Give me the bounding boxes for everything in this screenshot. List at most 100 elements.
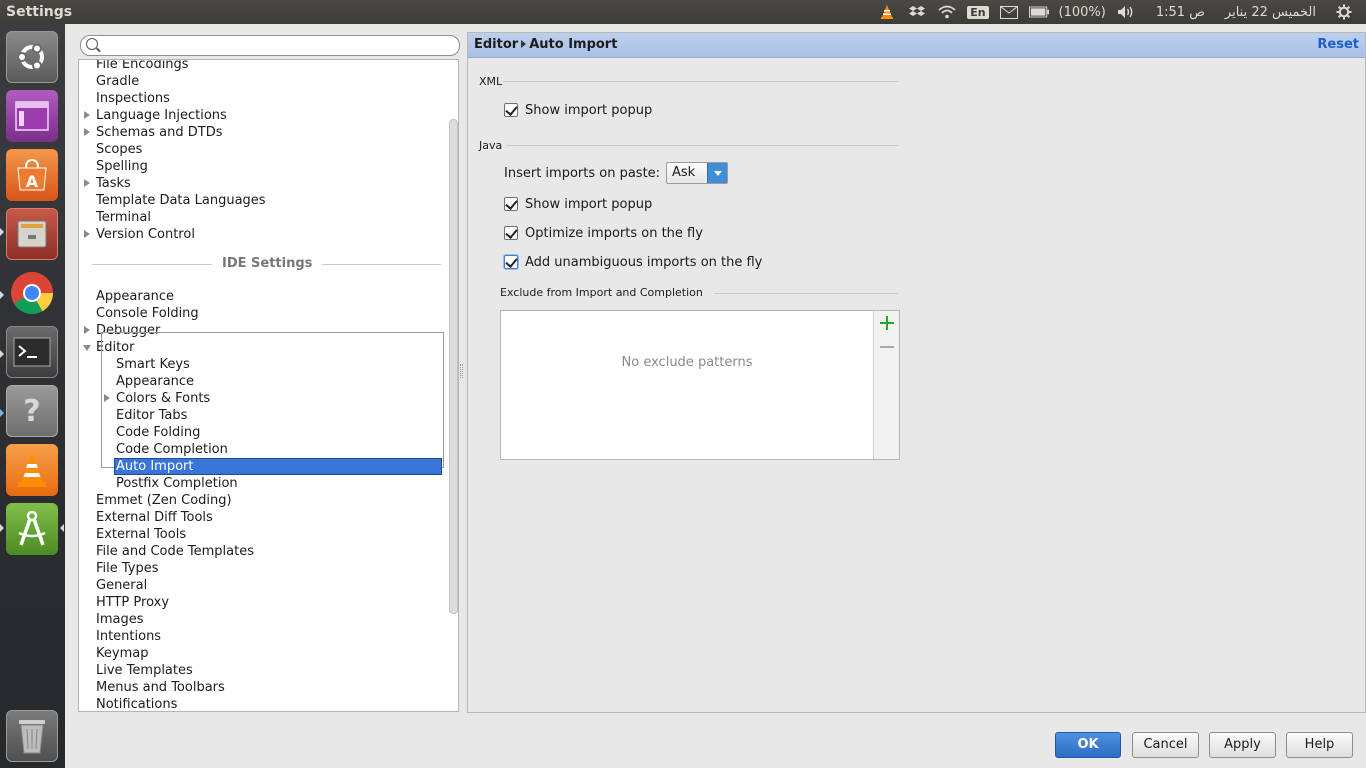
chevron-right-icon[interactable]	[84, 111, 90, 119]
exclude-section-title: Exclude from Import and Completion	[500, 286, 703, 299]
ok-button[interactable]: OK	[1055, 732, 1121, 758]
ide-settings-separator: IDE Settings	[92, 256, 441, 273]
tree-item[interactable]: Postfix Completion	[79, 475, 458, 492]
tree-item-label: Version Control	[96, 227, 195, 242]
tree-item[interactable]: Notifications	[79, 696, 458, 711]
tree-item[interactable]: Code Completion	[79, 441, 458, 458]
workspaces-icon[interactable]	[6, 90, 58, 142]
xml-show-import-popup[interactable]: Show import popup	[504, 101, 652, 119]
tree-item[interactable]: File and Code Templates	[79, 543, 458, 560]
battery-icon[interactable]	[1028, 3, 1049, 21]
settings-search-input[interactable]	[80, 35, 460, 56]
tree-item[interactable]: Scopes	[79, 141, 458, 158]
tree-item[interactable]: Inspections	[79, 90, 458, 107]
wifi-icon[interactable]	[937, 3, 957, 21]
cancel-button[interactable]: Cancel	[1132, 732, 1199, 758]
tree-item[interactable]: Keymap	[79, 645, 458, 662]
tree-item-label: Auto Import	[114, 458, 442, 475]
chevron-right-icon[interactable]	[104, 394, 110, 402]
tree-item-selected[interactable]: Auto Import	[79, 458, 458, 475]
chevron-right-icon[interactable]	[84, 326, 90, 334]
tree-item[interactable]: Appearance	[79, 288, 458, 305]
remove-pattern-icon[interactable]	[880, 346, 894, 348]
exclude-patterns-list[interactable]: No exclude patterns	[500, 310, 900, 460]
tree-item-label: External Diff Tools	[96, 510, 213, 525]
android-studio-icon[interactable]	[6, 503, 58, 555]
clock-time[interactable]: 1:51 ص	[1156, 5, 1205, 20]
checkbox[interactable]	[504, 197, 518, 211]
chevron-right-icon[interactable]	[84, 128, 90, 136]
breadcrumb-separator-icon	[521, 40, 527, 48]
optimize-imports[interactable]: Optimize imports on the fly	[504, 224, 703, 242]
tree-item[interactable]: Template Data Languages	[79, 192, 458, 209]
insert-imports-select[interactable]: Ask	[666, 162, 728, 184]
tree-item[interactable]: External Tools	[79, 526, 458, 543]
tree-item[interactable]: Terminal	[79, 209, 458, 226]
vlc-icon[interactable]	[877, 3, 897, 21]
tree-item[interactable]: Colors & Fonts	[79, 390, 458, 407]
dropbox-icon[interactable]	[907, 3, 927, 21]
tree-item[interactable]: Gradle	[79, 73, 458, 90]
add-unambiguous-imports[interactable]: Add unambiguous imports on the fly	[504, 253, 762, 271]
tree-item[interactable]: Images	[79, 611, 458, 628]
tree-item[interactable]: Schemas and DTDs	[79, 124, 458, 141]
tree-item[interactable]: File Types	[79, 560, 458, 577]
tree-item[interactable]: Language Injections	[79, 107, 458, 124]
tree-item[interactable]: Smart Keys	[79, 356, 458, 373]
ubuntu-home-icon[interactable]	[6, 31, 58, 83]
software-center-icon[interactable]: A	[6, 149, 58, 201]
volume-icon[interactable]	[1116, 3, 1136, 21]
tree-item-label: Colors & Fonts	[116, 391, 211, 406]
terminal-icon[interactable]	[6, 326, 58, 378]
running-indicator	[0, 524, 4, 532]
chevron-down-icon[interactable]	[83, 345, 91, 351]
settings-tree[interactable]: File Encodings Gradle Inspections Language …	[78, 59, 459, 712]
chrome-icon[interactable]	[6, 267, 58, 319]
xml-show-import-popup-label: Show import popup	[525, 102, 653, 118]
java-show-import-popup[interactable]: Show import popup	[504, 195, 652, 213]
checkbox[interactable]	[504, 103, 518, 117]
tree-item[interactable]: Console Folding	[79, 305, 458, 322]
tree-item[interactable]: File Encodings	[79, 60, 458, 73]
tree-item[interactable]: Emmet (Zen Coding)	[79, 492, 458, 509]
tree-item[interactable]: Tasks	[79, 175, 458, 192]
exclude-toolbar	[873, 311, 899, 459]
apply-button[interactable]: Apply	[1209, 732, 1276, 758]
checkbox[interactable]	[504, 226, 518, 240]
tree-item[interactable]: Spelling	[79, 158, 458, 175]
tree-item[interactable]: General	[79, 577, 458, 594]
trash-icon[interactable]	[6, 710, 58, 762]
tree-item[interactable]: HTTP Proxy	[79, 594, 458, 611]
vlc-launcher-icon[interactable]	[6, 444, 58, 496]
breadcrumb-parent[interactable]: Editor	[474, 37, 518, 52]
gear-icon[interactable]	[1334, 3, 1354, 21]
tree-item[interactable]: Live Templates	[79, 662, 458, 679]
tree-item[interactable]: Editor Tabs	[79, 407, 458, 424]
chevron-right-icon[interactable]	[84, 230, 90, 238]
tree-item[interactable]: Code Folding	[79, 424, 458, 441]
running-indicator	[0, 228, 4, 236]
insert-imports-label: Insert imports on paste:	[504, 166, 661, 181]
tree-item[interactable]: Version Control	[79, 226, 458, 243]
clock-date[interactable]: الخميس 22 يناير	[1225, 5, 1316, 20]
tree-item-label: Appearance	[96, 289, 175, 304]
tree-item[interactable]: External Diff Tools	[79, 509, 458, 526]
tree-item-label: Intentions	[96, 629, 162, 644]
tree-item[interactable]: Appearance	[79, 373, 458, 390]
tree-item[interactable]: Menus and Toolbars	[79, 679, 458, 696]
add-pattern-icon[interactable]	[880, 316, 894, 330]
keyboard-layout-indicator[interactable]: En	[967, 5, 989, 19]
help-icon[interactable]: ?	[6, 385, 58, 437]
panel-splitter[interactable]	[460, 364, 463, 378]
tree-item-label: Menus and Toolbars	[96, 680, 225, 695]
tree-item[interactable]: Intentions	[79, 628, 458, 645]
help-button[interactable]: Help	[1286, 732, 1353, 758]
tree-scrollbar[interactable]	[449, 119, 458, 614]
chevron-right-icon[interactable]	[84, 179, 90, 187]
tree-item-label: Inspections	[96, 91, 170, 106]
file-manager-icon[interactable]	[6, 208, 58, 260]
reset-link[interactable]: Reset	[1317, 37, 1359, 52]
mail-icon[interactable]	[999, 3, 1019, 21]
checkbox[interactable]	[504, 255, 518, 269]
breadcrumb-current: Auto Import	[529, 37, 618, 52]
